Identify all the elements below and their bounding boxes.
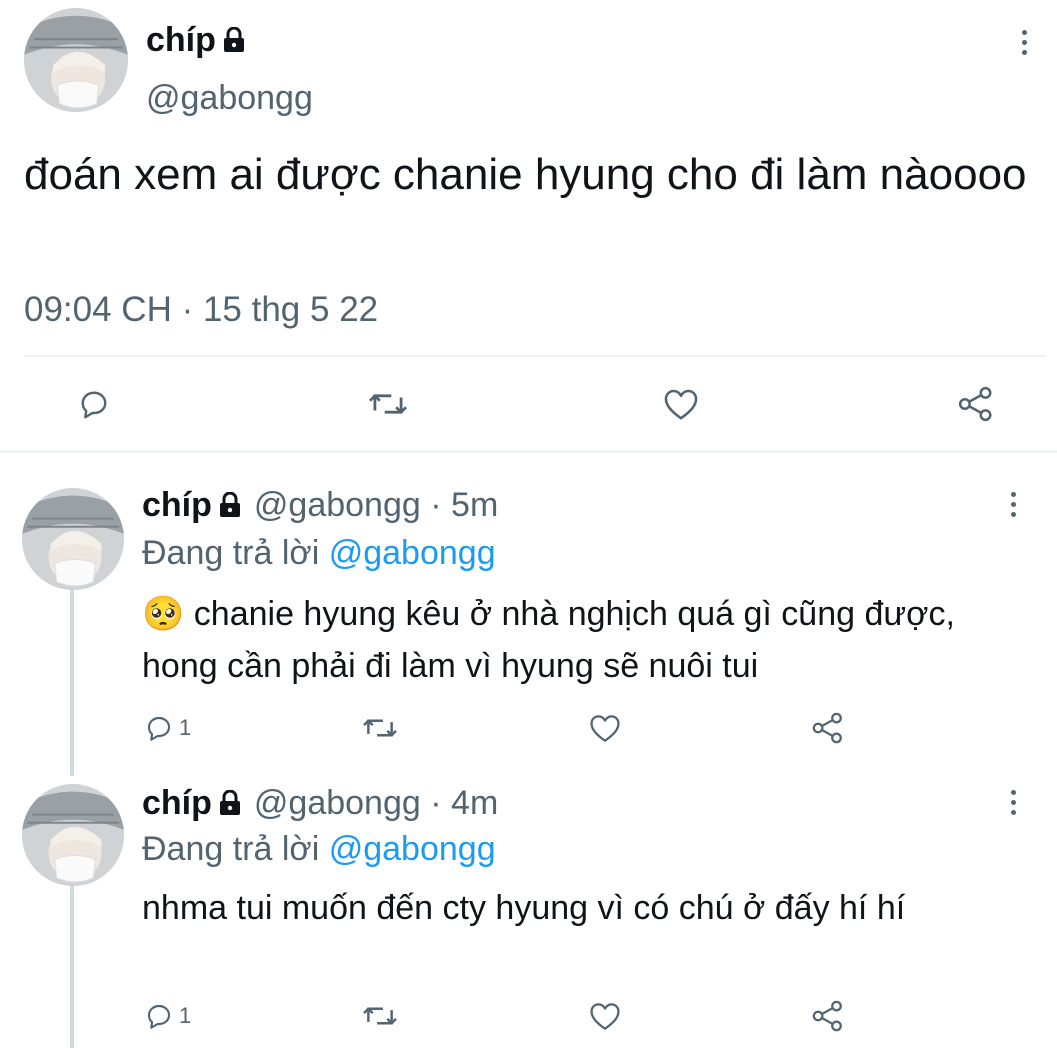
retweet-icon	[363, 1007, 397, 1025]
reply-button[interactable]: 1	[143, 1000, 191, 1032]
share-button[interactable]	[956, 385, 996, 423]
share-icon	[958, 386, 992, 422]
separator: ·	[430, 486, 442, 524]
replying-to-handle[interactable]: @gabongg	[329, 830, 496, 868]
lock-icon	[222, 20, 246, 64]
like-button[interactable]	[588, 1000, 622, 1032]
reply-text: nhma tui muốn đến cty hyung vì có chú ở …	[142, 889, 906, 927]
retweet-button[interactable]	[361, 712, 399, 744]
display-name[interactable]: chíp	[142, 784, 212, 822]
share-icon	[812, 712, 842, 744]
replying-to-label: Đang trả lời	[142, 534, 320, 572]
heart-icon	[590, 1003, 620, 1030]
reply-icon	[147, 716, 171, 741]
handle[interactable]: @gabongg	[254, 486, 421, 524]
thread-line	[70, 886, 74, 1048]
retweet-button[interactable]	[361, 1000, 399, 1032]
timestamp[interactable]: 09:04 CH · 15 thg 5 22	[24, 288, 378, 332]
reply-icon	[81, 391, 107, 419]
display-name[interactable]: chíp	[146, 21, 216, 59]
retweet-icon	[369, 394, 407, 414]
retweet-icon	[363, 719, 397, 737]
reply-text: chanie hyung kêu ở nhà nghịch quá gì cũn…	[142, 595, 955, 685]
tweet-text: đoán xem ai được chanie hyung cho đi làm…	[24, 150, 1027, 199]
reply-count: 1	[179, 1003, 192, 1028]
like-button[interactable]	[662, 386, 700, 422]
share-icon	[812, 1000, 842, 1032]
relative-time[interactable]: 4m	[451, 784, 498, 822]
divider	[24, 355, 1046, 357]
divider	[0, 450, 1057, 453]
display-name[interactable]: chíp	[142, 486, 212, 524]
reply-icon	[147, 1004, 171, 1029]
reply-button[interactable]	[76, 386, 112, 422]
handle[interactable]: @gabongg	[146, 76, 313, 120]
heart-icon	[664, 389, 698, 420]
lock-icon	[218, 784, 242, 826]
reply-button[interactable]: 1	[143, 712, 191, 744]
pleading-face-emoji: 🥺	[142, 595, 185, 633]
relative-time[interactable]: 5m	[451, 486, 498, 524]
avatar[interactable]	[24, 8, 128, 112]
more-options-icon[interactable]	[1011, 492, 1016, 517]
retweet-button[interactable]	[366, 386, 410, 422]
like-button[interactable]	[588, 712, 622, 744]
reply-count: 1	[179, 715, 192, 740]
lock-icon	[218, 486, 242, 528]
separator: ·	[430, 784, 442, 822]
replying-to-handle[interactable]: @gabongg	[329, 534, 496, 572]
share-button[interactable]	[811, 999, 845, 1033]
replying-to-label: Đang trả lời	[142, 830, 320, 868]
share-button[interactable]	[811, 711, 845, 745]
more-options-icon[interactable]	[1022, 30, 1027, 55]
thread-line	[70, 590, 74, 776]
avatar[interactable]	[22, 488, 124, 590]
avatar[interactable]	[22, 784, 124, 886]
more-options-icon[interactable]	[1011, 790, 1016, 815]
heart-icon	[590, 715, 620, 742]
handle[interactable]: @gabongg	[254, 784, 421, 822]
